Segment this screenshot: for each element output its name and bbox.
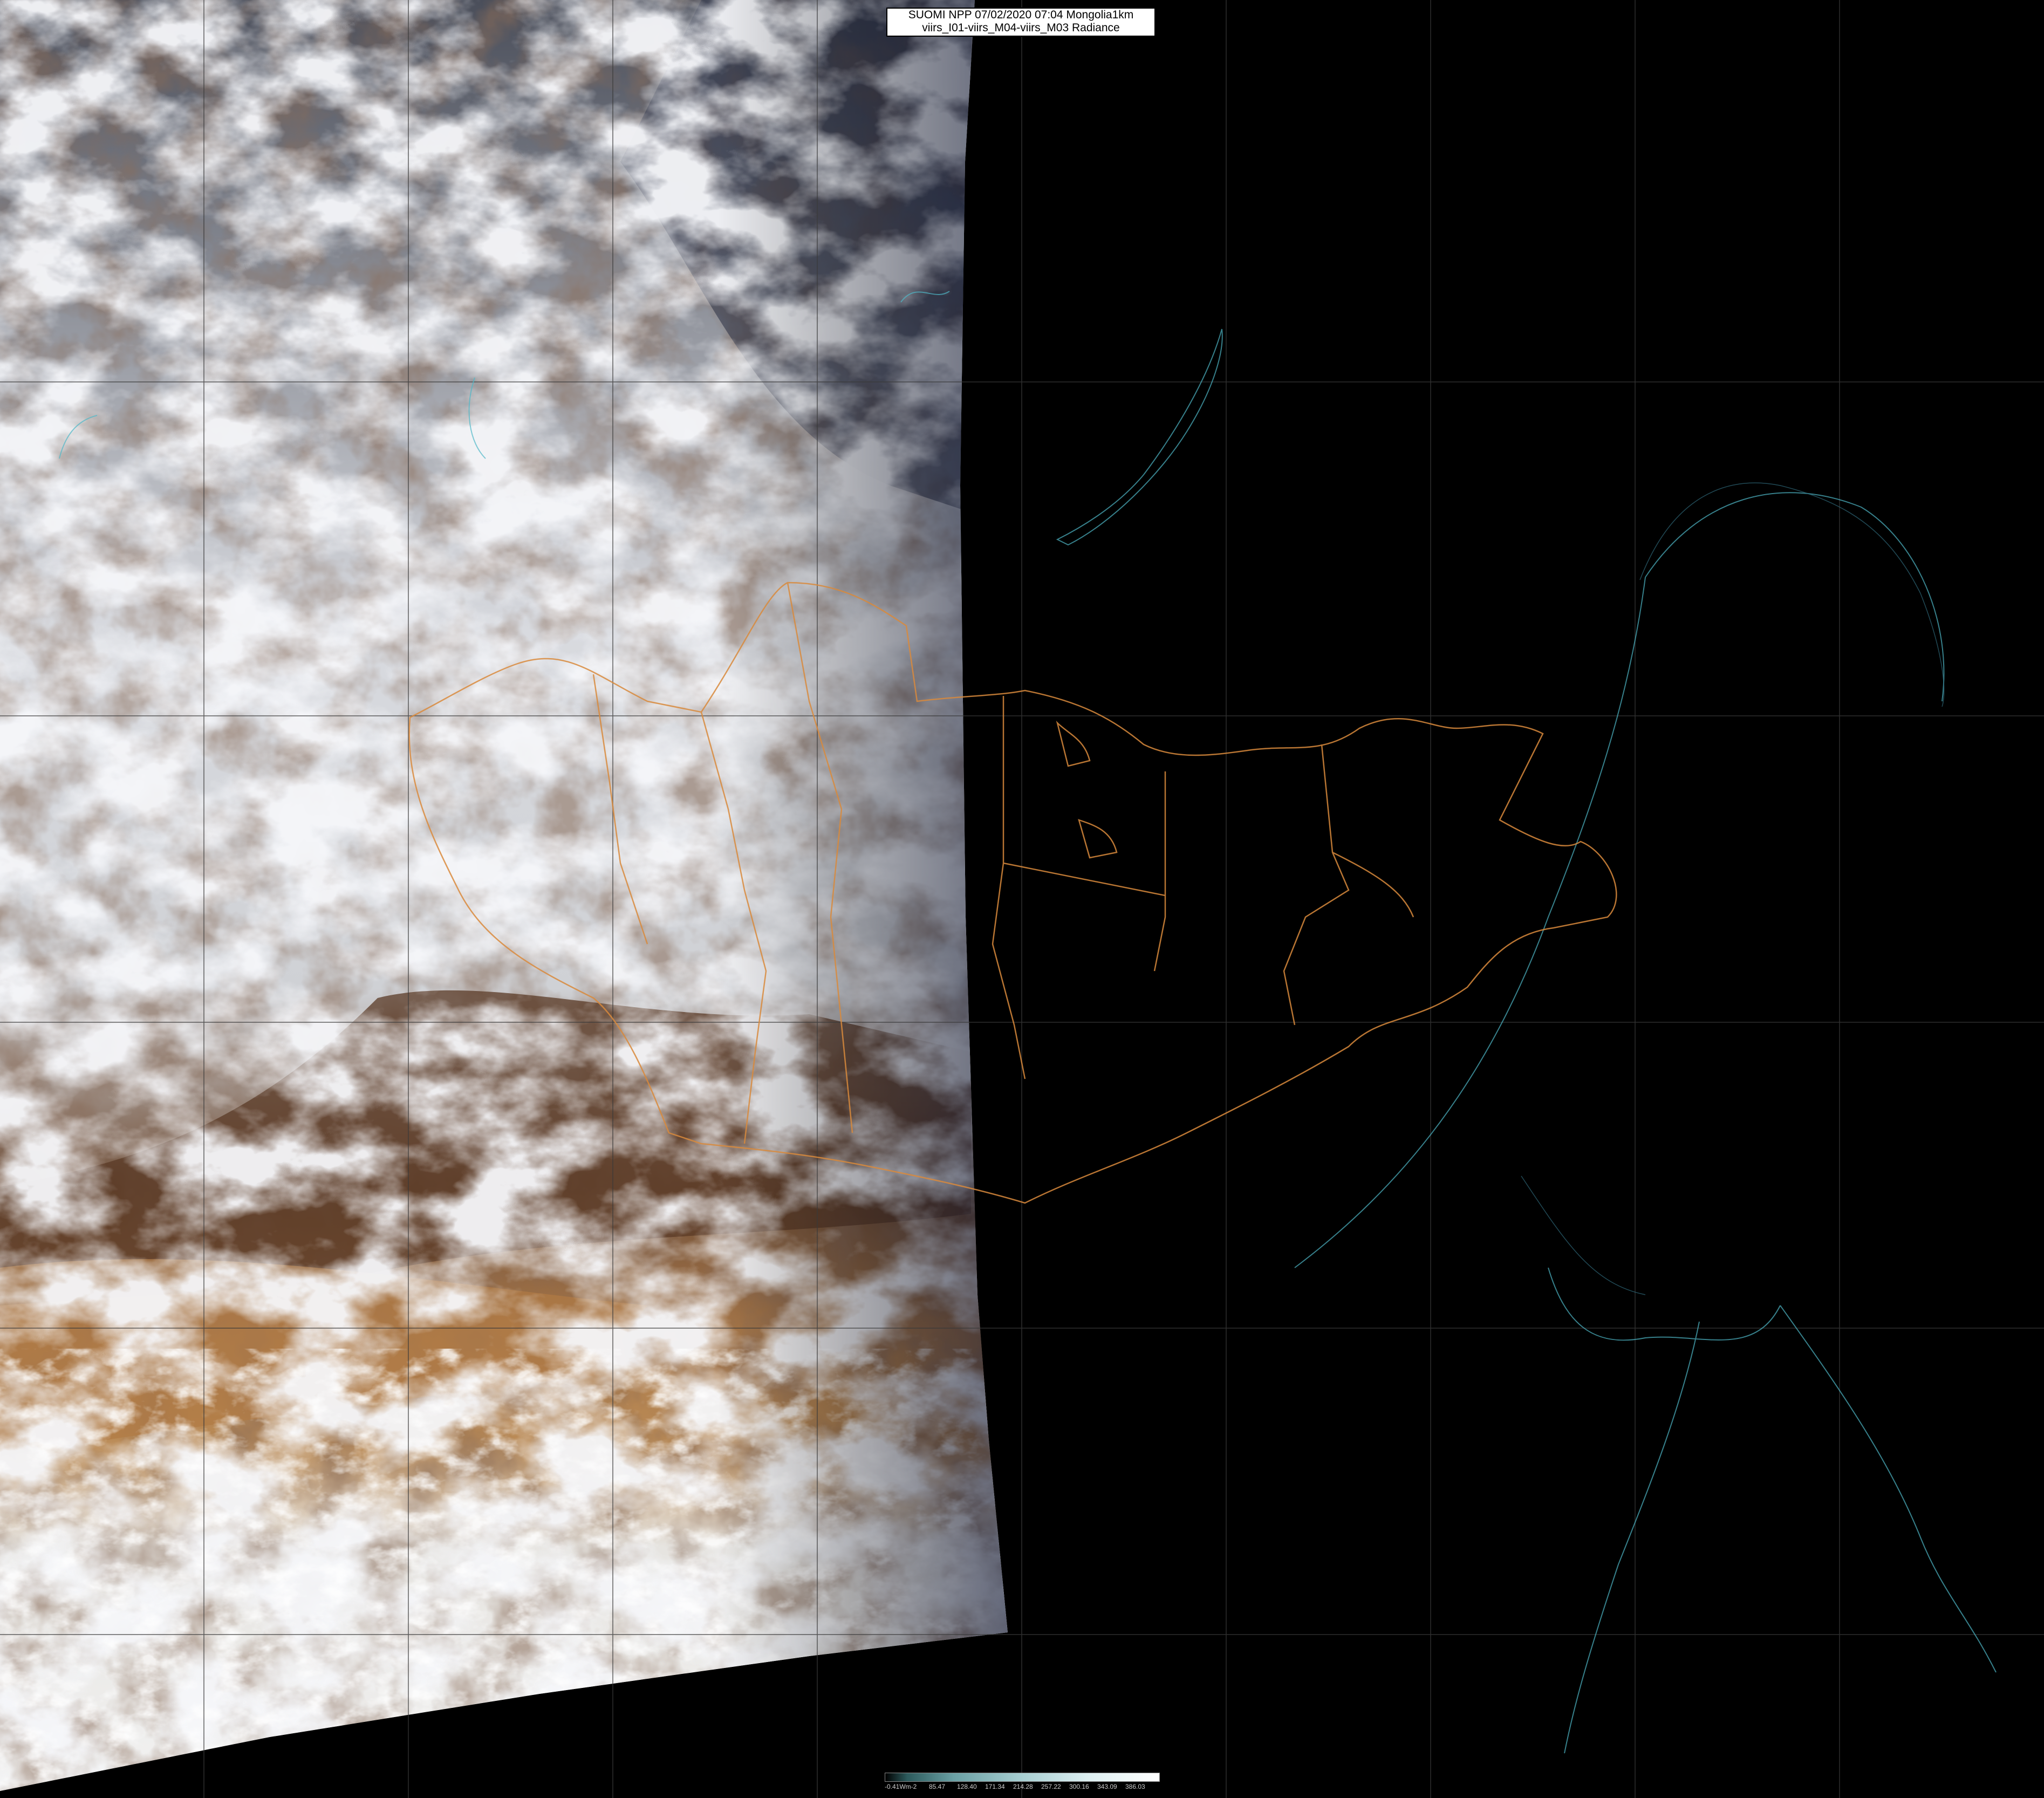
title-line-2: viirs_I01-viirs_M04-viirs_M03 Radiance [922,22,1120,34]
image-title-box: SUOMI NPP 07/02/2020 07:04 Mongolia1km v… [886,8,1156,37]
colorbar-tick-label: 85.47 [929,1783,946,1790]
colorbar-tick-label: 300.16 [1069,1783,1089,1790]
colorbar-tick-label: 386.03 [1125,1783,1145,1790]
title-line-1: SUOMI NPP 07/02/2020 07:04 Mongolia1km [908,9,1134,21]
colorbar-tick-label: 171.34 [985,1783,1005,1790]
colorbar-gradient [885,1773,1160,1782]
colorbar-tick-label: -0.41Wm-2 [885,1783,917,1790]
colorbar-tick-label: 257.22 [1041,1783,1061,1790]
colorbar-tick-label: 128.40 [957,1783,977,1790]
colorbar-labels: -0.41Wm-2 85.47 128.40 171.34 214.28 257… [885,1783,1160,1792]
colorbar-tick-label: 343.09 [1097,1783,1117,1790]
radiance-colorbar: -0.41Wm-2 85.47 128.40 171.34 214.28 257… [885,1773,1160,1793]
satellite-image [0,0,2044,1798]
colorbar-tick-label: 214.28 [1013,1783,1033,1790]
